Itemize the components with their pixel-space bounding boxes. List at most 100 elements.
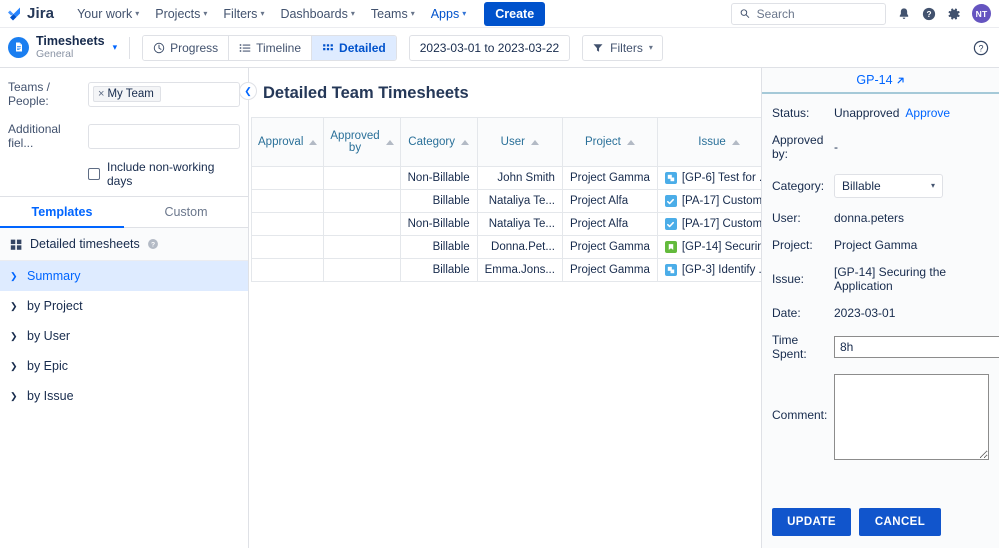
help-icon[interactable]: ? bbox=[922, 7, 936, 21]
search-icon bbox=[740, 9, 750, 18]
table-row[interactable]: Non-Billable John Smith Project Gamma [G… bbox=[250, 166, 762, 190]
tree-item-by-issue[interactable]: ❯ by Issue bbox=[0, 381, 248, 411]
column-header-user[interactable]: User bbox=[476, 117, 563, 167]
update-button[interactable]: UPDATE bbox=[772, 508, 851, 536]
search-box[interactable] bbox=[731, 2, 886, 25]
category-select[interactable]: Billable ▾ bbox=[834, 174, 943, 198]
column-header-category[interactable]: Category bbox=[399, 117, 478, 167]
table-row[interactable]: Billable Nataliya Te... Project Alfa [PA… bbox=[250, 189, 761, 213]
column-header-issue-label: Issue bbox=[698, 136, 726, 148]
sort-arrow-icon[interactable] bbox=[626, 139, 635, 145]
chevron-down-icon: ▾ bbox=[648, 42, 653, 52]
cell-issue[interactable]: [GP-14] Securin... bbox=[656, 235, 761, 259]
jira-brand-text: Jira bbox=[27, 5, 55, 22]
tab-timeline-label: Timeline bbox=[256, 40, 302, 55]
column-header-category-label: Category bbox=[408, 136, 455, 148]
include-nonworking-days-checkbox[interactable] bbox=[88, 168, 100, 180]
app-name: Timesheets bbox=[36, 34, 105, 49]
tab-detailed[interactable]: Detailed bbox=[312, 35, 396, 60]
cell-user: Emma.Jons... bbox=[476, 258, 563, 282]
sort-arrow-icon[interactable] bbox=[731, 139, 740, 145]
avatar[interactable]: NT bbox=[972, 4, 991, 23]
table-row[interactable]: Billable Donna.Pet... Project Gamma [GP-… bbox=[250, 235, 761, 259]
sort-arrow-icon[interactable] bbox=[530, 139, 539, 145]
external-link-icon bbox=[897, 77, 904, 83]
team-chip-label: My Team bbox=[107, 88, 154, 100]
time-spent-input[interactable] bbox=[834, 336, 999, 358]
teams-people-field[interactable]: × My Team bbox=[88, 81, 240, 107]
issue-row: Issue: [GP-14] Securing the Application bbox=[772, 265, 989, 293]
sidebar-tabs: Templates Custom bbox=[0, 196, 248, 228]
create-button[interactable]: Create bbox=[484, 1, 546, 26]
notification-bell-icon[interactable] bbox=[897, 7, 911, 21]
issue-key-link[interactable]: GP-14 bbox=[856, 73, 904, 87]
include-nonworking-days-label[interactable]: Include non-working days bbox=[107, 160, 240, 188]
comment-label: Comment: bbox=[772, 408, 828, 422]
cell-issue[interactable]: [PA-17] Custom... bbox=[656, 212, 762, 236]
chevron-down-icon: ▾ bbox=[260, 8, 265, 18]
tab-timeline[interactable]: Timeline bbox=[229, 35, 313, 60]
jira-logo[interactable]: Jira bbox=[6, 5, 54, 22]
settings-gear-icon[interactable] bbox=[947, 7, 961, 21]
sort-arrow-icon[interactable] bbox=[309, 139, 318, 145]
nav-item-your-work-label: Your work bbox=[77, 6, 133, 21]
column-header-approval[interactable]: Approval bbox=[250, 117, 325, 167]
cell-category: Billable bbox=[399, 189, 478, 213]
table-row[interactable]: Billable Emma.Jons... Project Gamma [GP-… bbox=[250, 258, 761, 282]
column-header-project[interactable]: Project bbox=[561, 117, 658, 167]
jira-logo-icon bbox=[8, 7, 20, 20]
date-row: Date: 2023-03-01 bbox=[772, 306, 989, 320]
close-icon[interactable]: × bbox=[98, 88, 104, 100]
chevron-down-icon: ▾ bbox=[410, 8, 415, 18]
time-spent-row: Time Spent: bbox=[772, 333, 999, 361]
tab-progress[interactable]: Progress bbox=[143, 35, 230, 60]
cell-issue-label: [PA-17] Custom... bbox=[681, 218, 762, 230]
chevron-down-icon: ▾ bbox=[930, 181, 935, 190]
tree-item-by-project[interactable]: ❯ by Project bbox=[0, 291, 248, 321]
help-icon[interactable]: ? bbox=[147, 238, 159, 250]
table-row[interactable]: Non-Billable Nataliya Te... Project Alfa… bbox=[250, 212, 762, 236]
comment-row: Comment: bbox=[772, 374, 989, 460]
nav-item-apps[interactable]: Apps ▾ bbox=[424, 3, 474, 25]
toolbar-help-icon[interactable]: ? bbox=[973, 40, 989, 56]
sort-arrow-icon[interactable] bbox=[460, 139, 469, 145]
nav-item-teams-label: Teams bbox=[370, 6, 408, 21]
nav-item-your-work[interactable]: Your work ▾ bbox=[70, 3, 146, 25]
nav-item-teams[interactable]: Teams ▾ bbox=[364, 3, 422, 25]
additional-fields-input[interactable] bbox=[88, 123, 240, 149]
cell-issue[interactable]: [GP-3] Identify ... bbox=[656, 258, 761, 282]
top-navigation-bar: Jira Your work ▾ Projects ▾ Filters ▾ Da… bbox=[0, 0, 999, 28]
issue-type-story-icon bbox=[664, 241, 677, 253]
sidebar-collapse-button[interactable]: ❮ bbox=[239, 82, 257, 100]
tree-item-by-epic[interactable]: ❯ by Epic bbox=[0, 351, 248, 381]
app-title-switcher[interactable]: Timesheets General ▾ bbox=[8, 35, 117, 59]
cell-approved-by bbox=[323, 212, 401, 236]
column-header-issue[interactable]: Issue bbox=[656, 117, 761, 167]
cell-issue-label: [GP-6] Test for ... bbox=[681, 172, 762, 184]
tree-item-summary[interactable]: ❯ Summary bbox=[0, 261, 248, 291]
nav-item-filters[interactable]: Filters ▾ bbox=[216, 3, 271, 25]
svg-text:?: ? bbox=[151, 242, 155, 249]
cell-user: Nataliya Te... bbox=[476, 189, 563, 213]
cell-issue[interactable]: [GP-6] Test for ... bbox=[656, 166, 762, 190]
nav-item-projects[interactable]: Projects ▾ bbox=[148, 3, 214, 25]
tree-item-summary-label: Summary bbox=[27, 269, 81, 283]
comment-textarea[interactable] bbox=[834, 374, 989, 460]
cell-approved-by bbox=[323, 166, 401, 190]
filters-button[interactable]: Filters ▾ bbox=[582, 34, 663, 61]
date-range-picker[interactable]: 2023-03-01 to 2023-03-22 bbox=[408, 34, 571, 61]
tree-item-by-user[interactable]: ❯ by User bbox=[0, 321, 248, 351]
chevron-right-icon: ❯ bbox=[10, 360, 18, 371]
cancel-button[interactable]: CANCEL bbox=[859, 508, 941, 536]
tab-templates[interactable]: Templates bbox=[0, 197, 124, 228]
team-chip[interactable]: × My Team bbox=[93, 86, 161, 102]
app-scope: General bbox=[36, 47, 74, 60]
tab-custom[interactable]: Custom bbox=[124, 197, 248, 228]
chevron-right-icon: ❯ bbox=[10, 330, 18, 341]
nav-item-dashboards[interactable]: Dashboards ▾ bbox=[273, 3, 361, 25]
search-input[interactable] bbox=[756, 6, 877, 21]
cell-issue[interactable]: [PA-17] Custom... bbox=[656, 189, 761, 213]
sort-arrow-icon[interactable] bbox=[385, 139, 394, 145]
column-header-approved-by[interactable]: Approved by bbox=[323, 117, 401, 167]
approve-link[interactable]: Approve bbox=[905, 106, 950, 120]
